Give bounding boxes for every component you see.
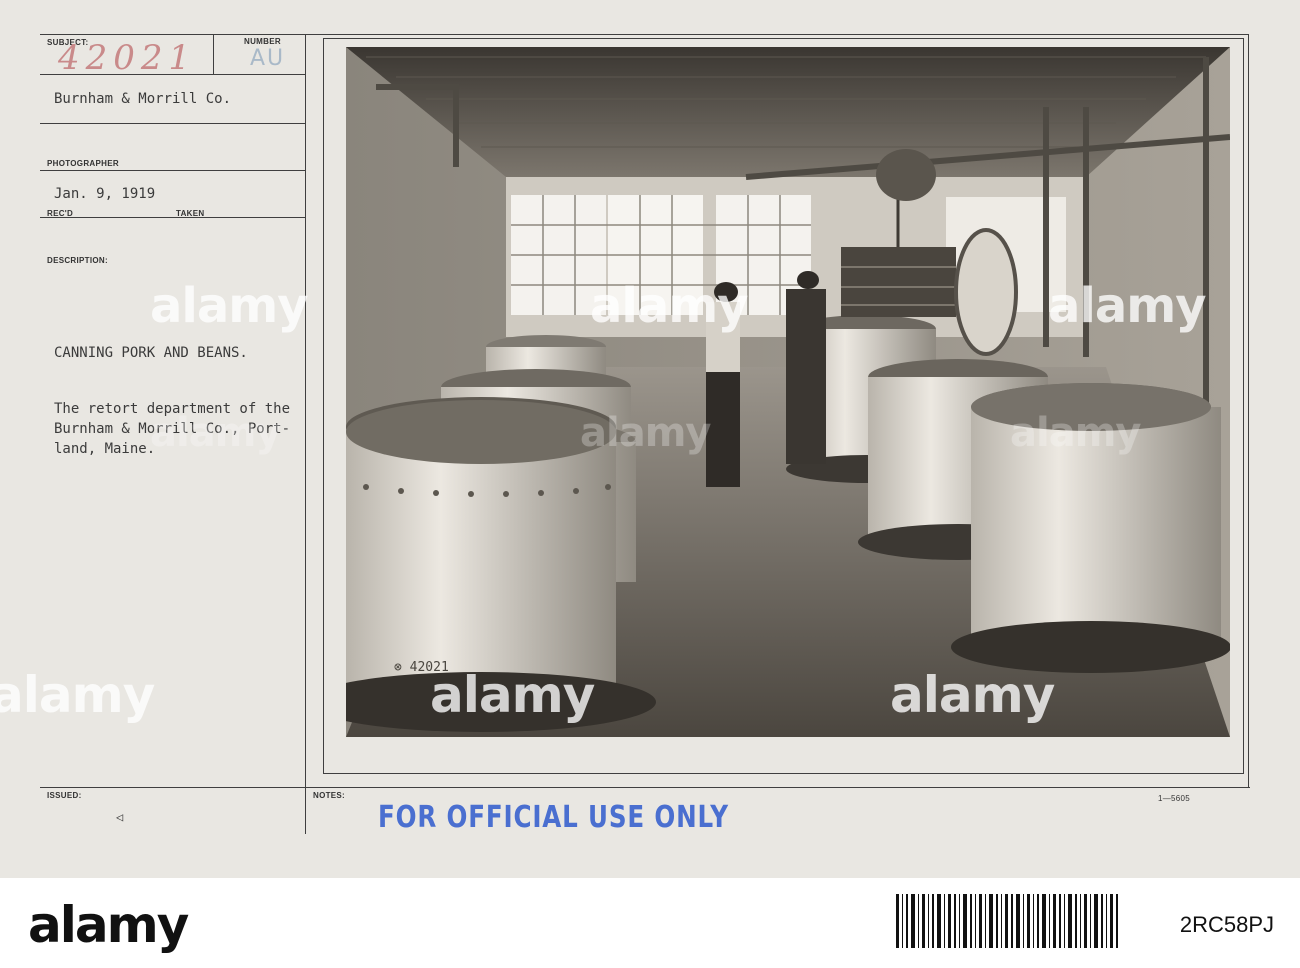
subject-number-handwritten: 42021 [58,38,197,78]
watermark: alamy [590,278,749,334]
watermark: alamy [580,410,711,456]
retort-room-scene: ⊗ 42021 [346,47,1230,737]
issued-mark: ◁ [116,810,124,824]
alamy-logo: alamy [28,896,189,954]
divider [1243,38,1244,774]
photographer-label: PHOTOGRAPHER [47,159,119,168]
record-card: SUBJECT: 42021 NUMBER AU Burnham & Morri… [0,0,1300,878]
watermark: alamy [1048,278,1207,334]
divider [305,34,1249,35]
form-code: 1—5605 [1158,794,1191,803]
official-use-stamp: FOR OFFICIAL USE ONLY [378,800,729,835]
taken-label: TAKEN [176,209,205,218]
divider [213,34,214,74]
caption-line: land, Maine. [54,441,156,457]
divider [323,773,1244,774]
divider [305,34,306,834]
received-label: REC'D [47,209,74,218]
caption-title: CANNING PORK AND BEANS. [54,345,248,361]
watermark: alamy [150,278,309,334]
factory-photograph: ⊗ 42021 [346,47,1230,737]
divider [40,123,306,124]
company-name: Burnham & Morrill Co. [54,91,232,107]
watermark: alamy [890,666,1055,724]
description-label: DESCRIPTION: [47,256,108,265]
watermark: alamy [430,666,595,724]
divider [323,38,1244,39]
divider [40,217,306,218]
date-received: Jan. 9, 1919 [54,186,156,202]
barcode-icon [896,894,1118,948]
watermark: alamy [150,410,281,456]
image-id: 2RC58PJ [1179,912,1274,937]
divider [1248,34,1249,788]
footer-bar: alamy 2RC58PJ [0,878,1300,968]
divider [40,787,1250,788]
number-label: NUMBER [244,37,281,46]
divider [40,170,306,171]
watermark: alamy [0,666,155,724]
watermark: alamy [1010,410,1141,456]
divider [323,38,324,774]
divider [40,34,306,35]
number-code: AU [250,46,286,71]
issued-label: ISSUED: [47,791,82,800]
notes-label: NOTES: [313,791,346,800]
